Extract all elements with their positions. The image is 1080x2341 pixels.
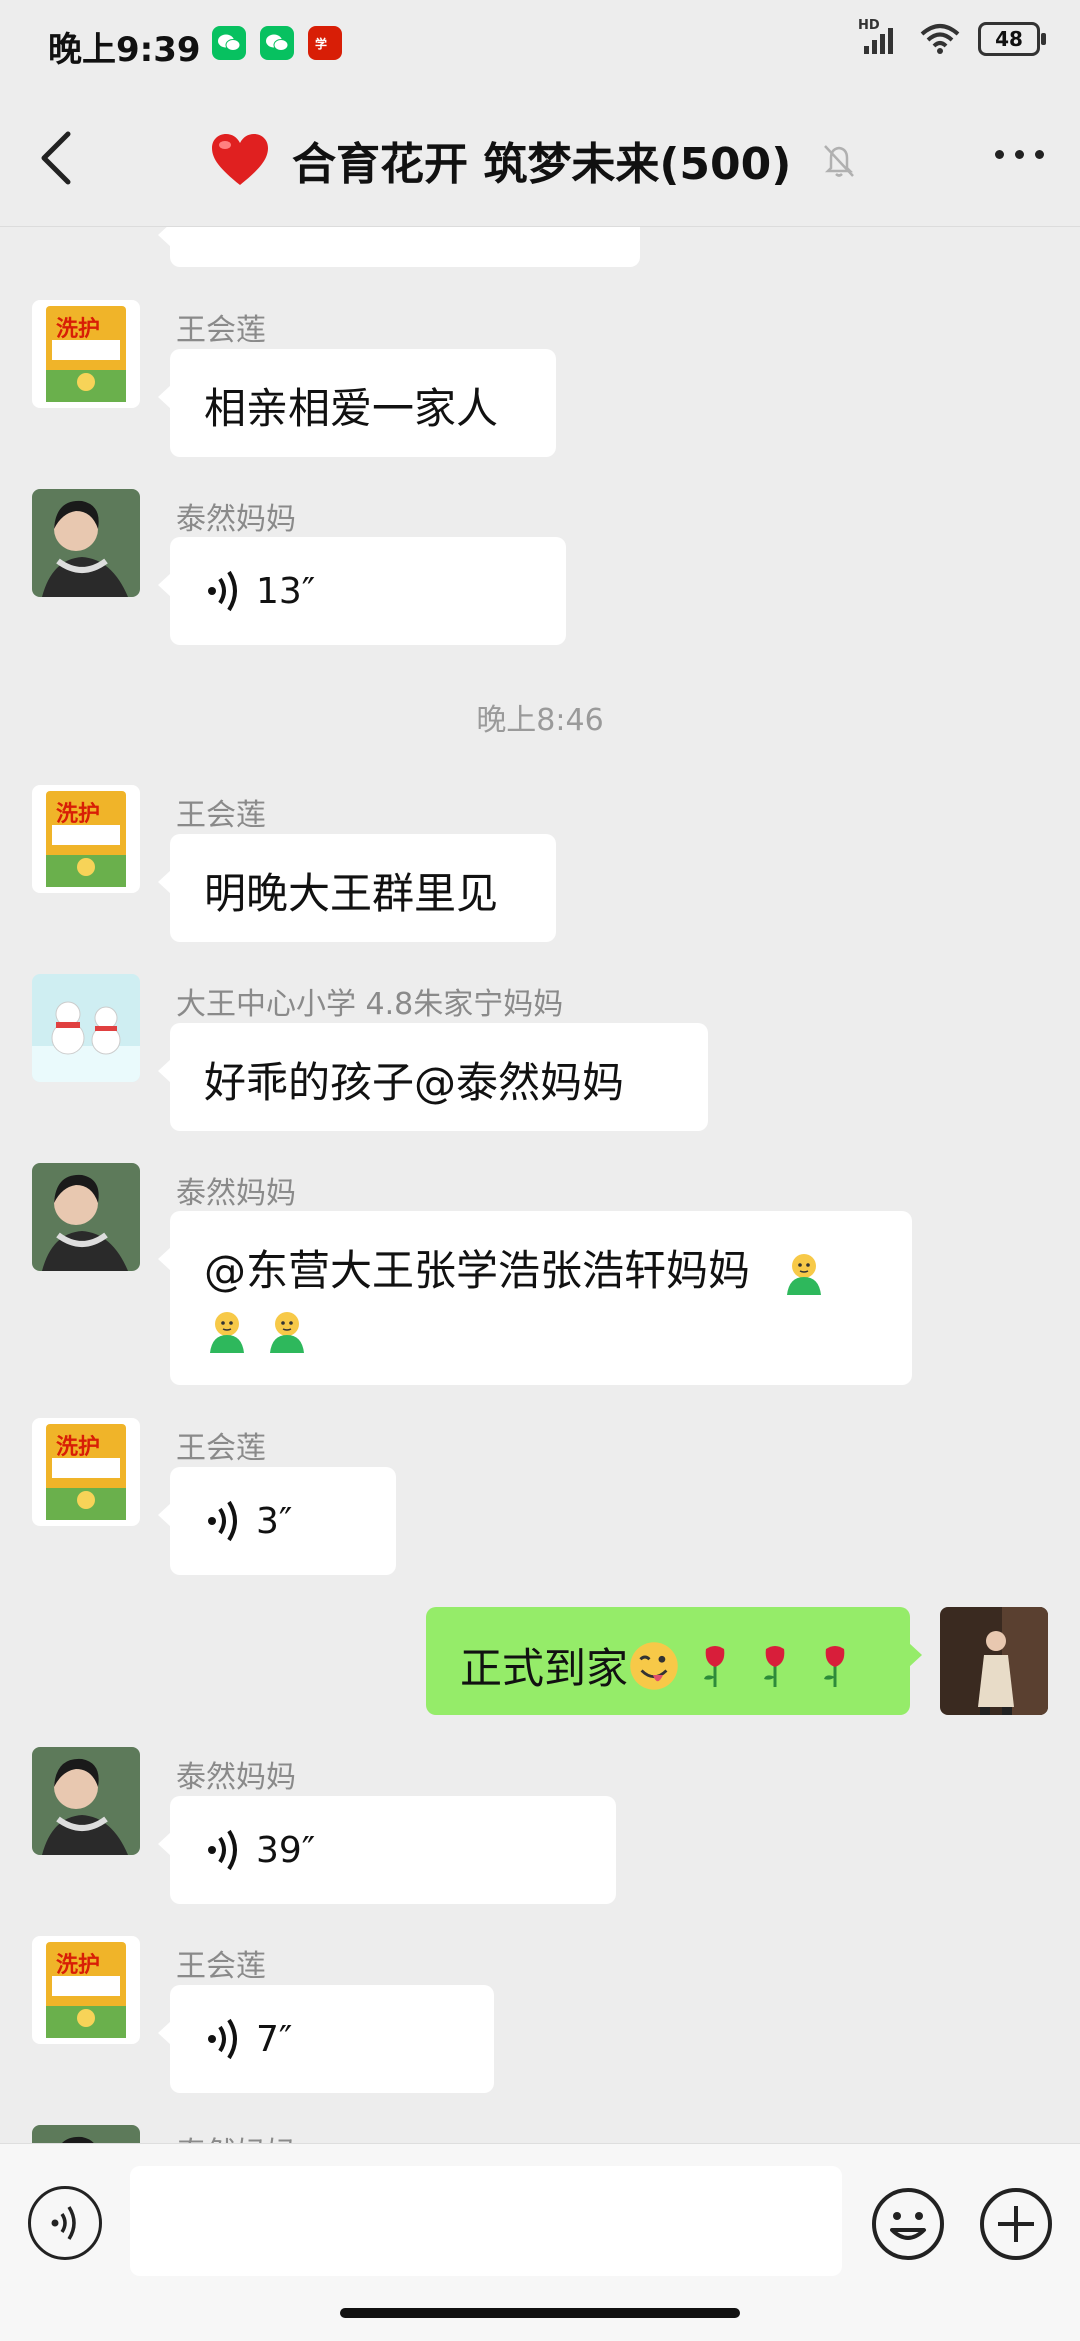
status-time: 晚上9:39	[48, 30, 201, 70]
more-options-button[interactable]	[995, 150, 1044, 159]
message-bubble-partial[interactable]	[158, 227, 640, 267]
sender-name: 王会莲	[176, 313, 266, 348]
message-timestamp: 晚上8:46	[476, 703, 604, 738]
home-indicator[interactable]	[340, 2308, 740, 2318]
wink-tongue-emoji	[630, 1641, 678, 1690]
mute-bell-icon	[824, 145, 855, 177]
chat-title-area[interactable]: 合育花开 筑梦未来(500)	[210, 128, 859, 192]
rose-emoji	[704, 1645, 725, 1687]
emoji-button[interactable]	[870, 2186, 946, 2262]
voice-wave-icon	[51, 2206, 76, 2240]
rose-emoji	[764, 1645, 785, 1687]
wechat-icon	[260, 26, 294, 60]
svg-text:洗护: 洗护	[56, 1953, 100, 1978]
message-text: 好乖的孩子@泰然妈妈	[204, 1058, 625, 1107]
wechat-icon	[212, 26, 246, 60]
voice-message-bubble[interactable]: 7″	[158, 1985, 494, 2093]
message-bubble[interactable]: 好乖的孩子@泰然妈妈	[158, 1023, 708, 1131]
avatar[interactable]	[32, 1163, 140, 1271]
sender-name: 大王中心小学 4.8朱家宁妈妈	[176, 987, 564, 1022]
voice-wave-icon	[208, 570, 237, 612]
my-avatar[interactable]	[940, 1607, 1048, 1715]
signal-icon: HD	[858, 18, 902, 56]
message-bubble[interactable]: 明晚大王群里见	[158, 834, 556, 942]
sender-name: 泰然妈妈	[176, 1760, 296, 1795]
avatar[interactable]: 洗护	[32, 785, 140, 893]
battery-level: 48	[995, 27, 1023, 51]
message-bubble[interactable]: 相亲相爱一家人	[158, 349, 556, 457]
voice-message-bubble[interactable]: 39″	[158, 1796, 616, 1904]
voice-duration: 7″	[256, 2018, 293, 2060]
avatar[interactable]	[32, 2125, 140, 2143]
more-functions-button[interactable]	[978, 2186, 1054, 2262]
voice-duration: 39″	[256, 1829, 316, 1871]
shrug-figure-emoji	[270, 1312, 304, 1353]
voice-input-button[interactable]	[28, 2186, 102, 2260]
avatar[interactable]	[32, 1747, 140, 1855]
sender-name: 泰然妈妈	[176, 1176, 296, 1211]
voice-wave-icon	[208, 2018, 237, 2060]
svg-text:洗护: 洗护	[56, 317, 100, 342]
sender-name: 泰然妈妈	[176, 502, 296, 537]
xuexi-icon: 学	[308, 26, 342, 60]
sender-name: 王会莲	[176, 798, 266, 833]
avatar[interactable]	[32, 489, 140, 597]
svg-text:洗护: 洗护	[56, 802, 100, 827]
avatar[interactable]: 洗护	[32, 300, 140, 408]
battery-icon: 48	[978, 22, 1046, 56]
voice-message-bubble[interactable]: 3″	[158, 1467, 396, 1575]
rose-emoji	[824, 1645, 845, 1687]
status-bar: 晚上9:39 学 HD 48	[0, 0, 1080, 90]
wifi-icon	[920, 24, 960, 54]
svg-text:学: 学	[315, 36, 327, 51]
shrug-figure-emoji	[210, 1312, 244, 1353]
voice-wave-icon	[208, 1829, 237, 1871]
sender-name: 泰然妈妈	[176, 2128, 296, 2143]
voice-duration: 13″	[256, 570, 316, 612]
message-bubble[interactable]: @东营大王张学浩张浩轩妈妈	[158, 1211, 912, 1385]
heart-icon	[212, 134, 268, 185]
sender-name: 王会莲	[176, 1431, 266, 1466]
my-message-bubble[interactable]: 正式到家	[426, 1607, 922, 1715]
shrug-figure-emoji	[787, 1253, 822, 1295]
avatar[interactable]	[32, 974, 140, 1082]
message-list[interactable]: 洗护 王会莲 相亲相爱一家人 泰然妈妈 13″ 晚上8:46 洗护 王会莲 明晚…	[0, 227, 1080, 2143]
avatar[interactable]: 洗护	[32, 1936, 140, 2044]
voice-duration: 3″	[256, 1500, 293, 1542]
voice-wave-icon	[208, 1500, 237, 1542]
message-text: @东营大王张学浩张浩轩妈妈	[204, 1246, 751, 1295]
back-icon[interactable]	[34, 130, 78, 186]
svg-text:洗护: 洗护	[56, 1435, 100, 1460]
sender-name: 王会莲	[176, 1949, 266, 1984]
page-title: 合育花开 筑梦未来(500)	[292, 139, 792, 190]
signal-hd-label: HD	[858, 18, 880, 33]
message-text: 相亲相爱一家人	[204, 384, 499, 433]
message-input[interactable]	[130, 2166, 842, 2276]
message-text: 明晚大王群里见	[204, 869, 499, 918]
message-text: 正式到家	[460, 1644, 629, 1693]
chat-header: 合育花开 筑梦未来(500)	[0, 90, 1080, 227]
avatar[interactable]: 洗护	[32, 1418, 140, 1526]
voice-message-bubble[interactable]: 13″	[158, 537, 566, 645]
